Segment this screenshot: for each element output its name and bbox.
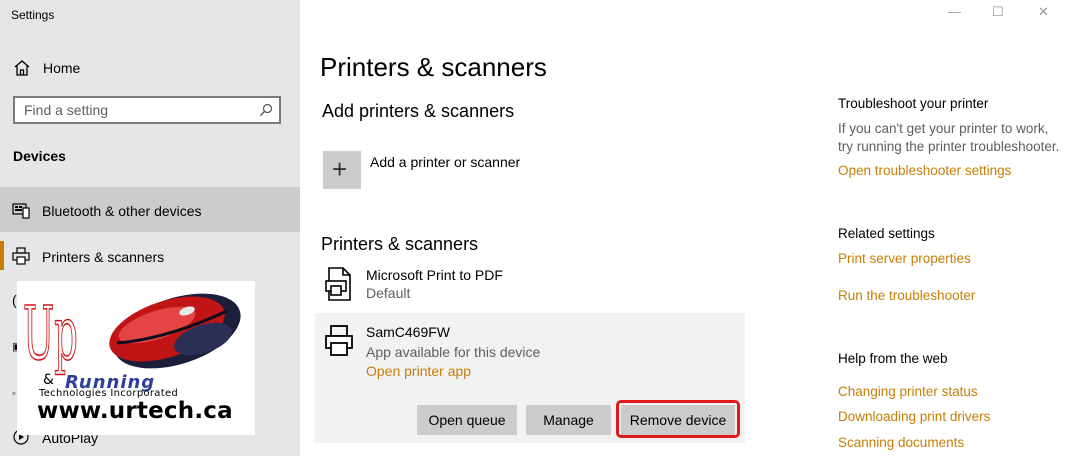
remove-device-highlight	[616, 400, 740, 438]
page-title: Printers & scanners	[320, 52, 547, 82]
scanning-documents-link[interactable]: Scanning documents	[838, 435, 964, 450]
printer-icon	[325, 325, 353, 356]
sidebar-item-printers[interactable]: Printers & scanners	[0, 233, 300, 278]
svg-text:&: &	[43, 372, 54, 388]
search-input[interactable]	[15, 98, 254, 122]
related-settings-heading: Related settings	[838, 226, 935, 241]
open-queue-button[interactable]: Open queue	[417, 405, 517, 435]
add-printers-heading: Add printers & scanners	[322, 101, 515, 121]
sidebar-item-bluetooth[interactable]: Bluetooth & other devices	[0, 187, 300, 232]
open-troubleshooter-link[interactable]: Open troubleshooter settings	[838, 163, 1011, 178]
run-troubleshooter-link[interactable]: Run the troubleshooter	[838, 288, 975, 303]
plus-icon: +	[332, 154, 348, 184]
close-button[interactable]: ✕	[1038, 4, 1049, 20]
minimize-button[interactable]: —	[948, 4, 961, 19]
devices-heading: Devices	[13, 148, 66, 164]
changing-printer-status-link[interactable]: Changing printer status	[838, 384, 978, 399]
print-server-properties-link[interactable]: Print server properties	[838, 251, 971, 266]
troubleshoot-heading: Troubleshoot your printer	[838, 96, 989, 111]
search-box[interactable]	[13, 96, 281, 124]
home-label: Home	[43, 60, 81, 76]
downloading-drivers-link[interactable]: Downloading print drivers	[838, 409, 990, 424]
troubleshoot-text-line2: try running the printer troubleshooter.	[838, 139, 1060, 154]
printer-item-pdf[interactable]: Microsoft Print to PDF Default	[315, 262, 745, 308]
printer-icon	[12, 247, 30, 265]
manage-button[interactable]: Manage	[526, 405, 611, 435]
selection-marker	[0, 241, 4, 270]
bluetooth-devices-icon	[12, 203, 30, 219]
open-printer-app-link[interactable]: Open printer app	[366, 363, 471, 379]
printers-list-heading: Printers & scanners	[321, 234, 479, 254]
sidebar-item-label: Printers & scanners	[42, 249, 165, 265]
urtech-watermark-logo: Up & Running Technologies Incorporated w…	[17, 281, 255, 435]
up-letters: Up	[23, 291, 78, 377]
maximize-button[interactable]: ☐	[992, 4, 1004, 20]
pdf-printer-icon	[325, 267, 351, 301]
sidebar-item-label: Bluetooth & other devices	[42, 203, 202, 219]
printer-status: App available for this device	[366, 344, 541, 360]
mouse-icon: (	[12, 292, 17, 308]
logo-url: www.urtech.ca	[37, 398, 233, 424]
window-controls: — ☐ ✕	[940, 4, 1080, 24]
printer-name: Microsoft Print to PDF	[366, 267, 503, 283]
app-title: Settings	[11, 8, 55, 22]
printer-status: Default	[366, 285, 411, 301]
search-icon[interactable]	[259, 103, 273, 117]
printer-name: SamC469FW	[366, 324, 451, 340]
home-icon	[14, 60, 30, 76]
troubleshoot-text-line1: If you can't get your printer to work,	[838, 121, 1049, 136]
add-printer-button[interactable]: +	[323, 151, 361, 189]
home-nav-item[interactable]: Home	[0, 52, 300, 84]
add-printer-label[interactable]: Add a printer or scanner	[370, 154, 520, 170]
help-from-web-heading: Help from the web	[838, 351, 948, 366]
pen-icon: ◦	[12, 388, 16, 400]
